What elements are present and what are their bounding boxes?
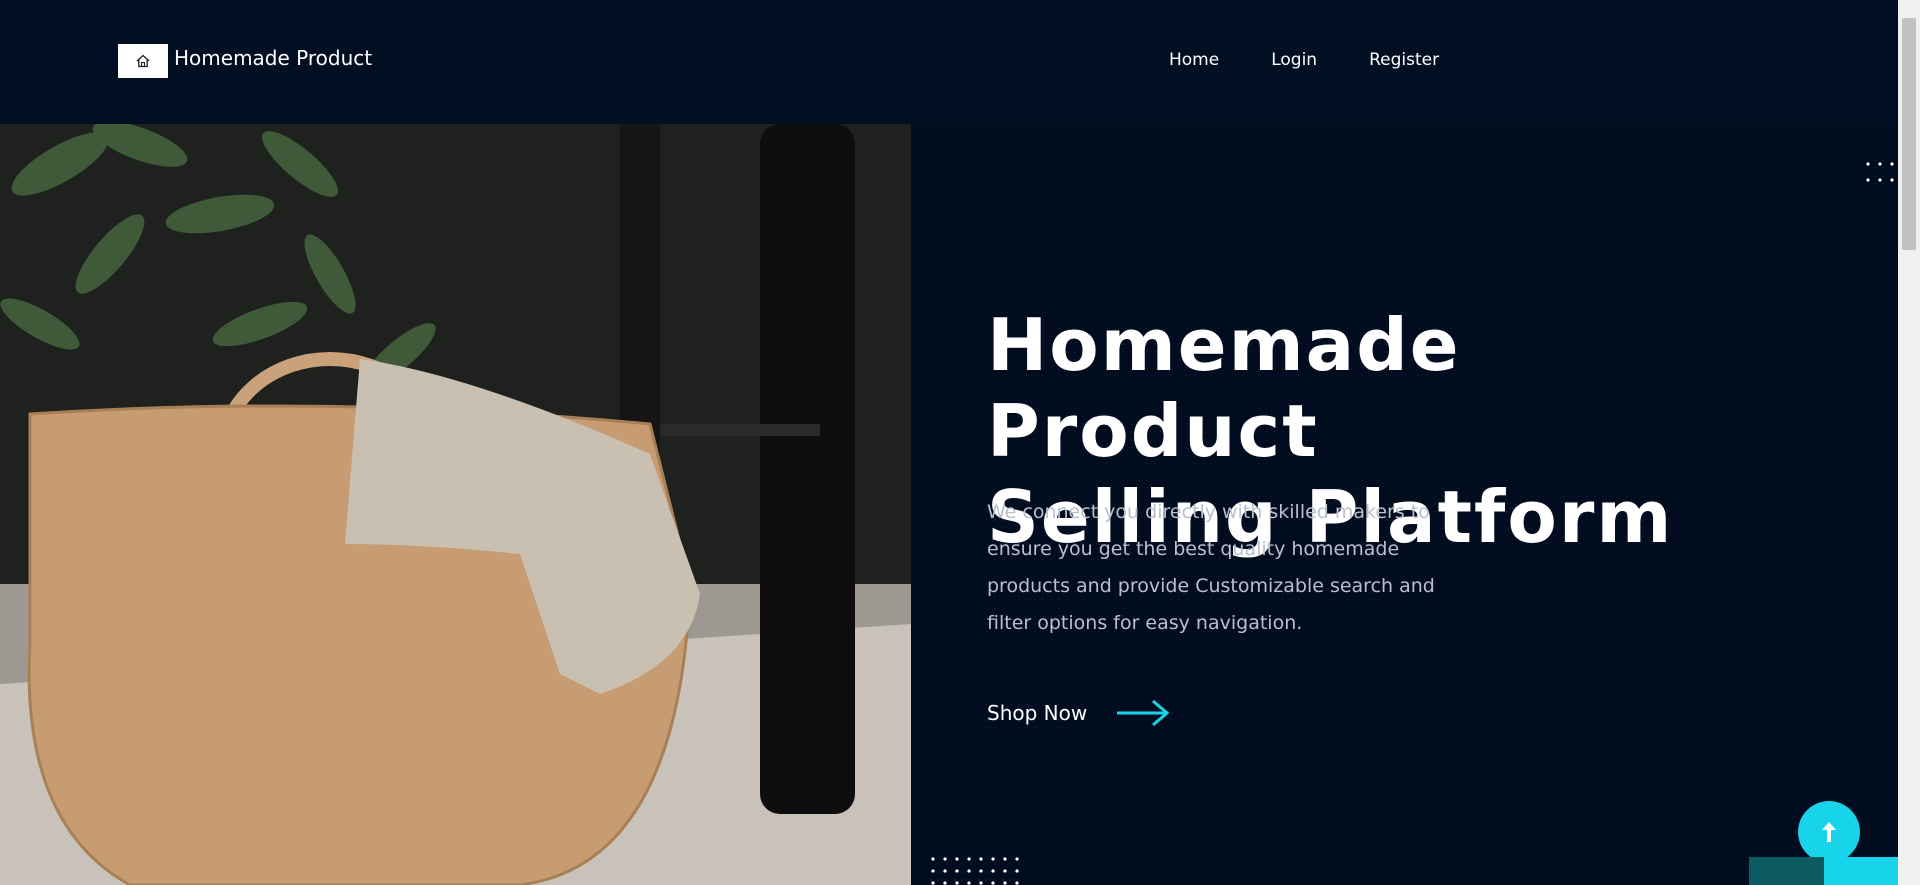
brand-name[interactable]: Homemade Product — [174, 46, 372, 70]
brand[interactable]: Homemade Product — [118, 44, 372, 78]
arrow-up-icon — [1822, 822, 1836, 842]
hero-description: We connect you directly with skilled mak… — [987, 501, 1435, 634]
hero-image — [0, 124, 911, 885]
dot-pattern-corner — [1866, 162, 1894, 182]
site-header: Homemade Product Home Login Register — [0, 0, 1898, 124]
back-to-top-button[interactable] — [1798, 801, 1860, 863]
scrollbar[interactable] — [1898, 0, 1920, 885]
nav-register[interactable]: Register — [1369, 50, 1439, 70]
brand-logo[interactable] — [118, 44, 168, 78]
corner-decoration-cyan — [1824, 857, 1898, 885]
hero-title-line1: Homemade Product — [987, 303, 1461, 473]
nav-login[interactable]: Login — [1271, 50, 1317, 70]
main-nav: Home Login Register — [1169, 50, 1491, 70]
hero-content: Homemade Product Selling Platform We con… — [911, 124, 1898, 885]
shop-now-button[interactable]: Shop Now — [987, 698, 1171, 728]
dot-pattern — [931, 857, 1019, 885]
page: Homemade Product Home Login Register Hom… — [0, 0, 1920, 885]
home-icon — [136, 54, 150, 68]
nav-home[interactable]: Home — [1169, 50, 1219, 70]
scrollbar-thumb[interactable] — [1902, 18, 1916, 250]
arrow-right-icon[interactable] — [1115, 698, 1171, 728]
corner-decoration-teal — [1749, 857, 1824, 885]
hero-photo-basket — [0, 124, 911, 885]
shop-now-label[interactable]: Shop Now — [987, 701, 1087, 725]
